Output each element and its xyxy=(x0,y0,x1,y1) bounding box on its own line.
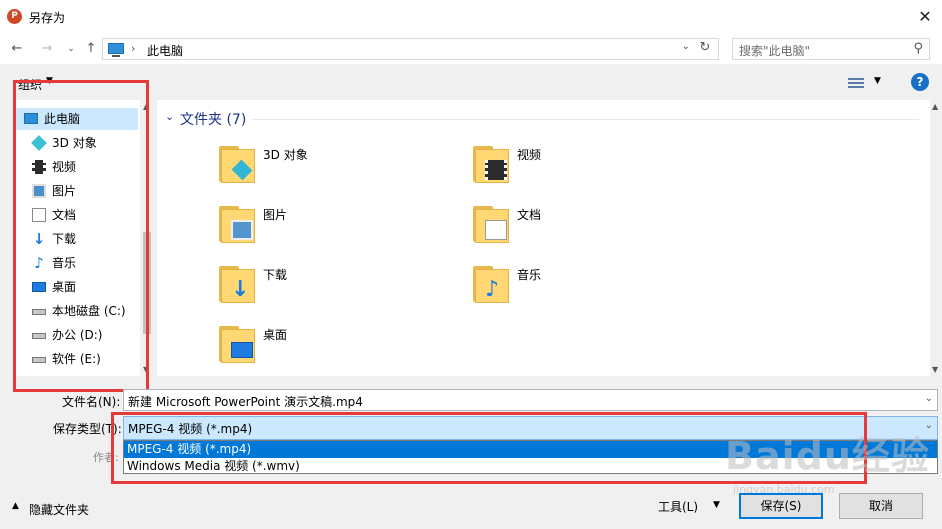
tools-caret-icon[interactable]: ▼ xyxy=(713,500,720,510)
folder-item-music[interactable]: ♪ 音乐 xyxy=(471,260,691,312)
folder-view: ⌄ 文件夹 (7) 3D 对象 视频 图片 文档 ↓ 下载 ♪ 音乐 桌面 xyxy=(157,100,930,376)
filename-label: 文件名(N): xyxy=(62,395,121,409)
filename-value: 新建 Microsoft PowerPoint 演示文稿.mp4 xyxy=(128,395,363,409)
powerpoint-icon: P xyxy=(7,9,22,24)
folder-view-scrollbar[interactable]: ▲ ▼ xyxy=(930,100,942,376)
group-header[interactable]: 文件夹 (7) xyxy=(180,109,246,129)
view-options-icon[interactable] xyxy=(848,76,864,90)
folder-item-pictures[interactable]: 图片 xyxy=(217,200,437,252)
group-divider xyxy=(253,119,919,120)
scroll-down-arrow-icon[interactable]: ▼ xyxy=(932,365,938,374)
hide-folders-caret-icon[interactable]: ▲ xyxy=(12,501,19,511)
music-folder-icon: ♪ xyxy=(471,260,509,304)
refresh-icon[interactable]: ↻ xyxy=(696,40,714,55)
hide-folders-button[interactable]: 隐藏文件夹 xyxy=(29,501,89,518)
folder-label: 音乐 xyxy=(517,268,542,282)
address-bar[interactable]: › 此电脑 ⌄ ↻ xyxy=(102,38,719,60)
up-arrow-icon[interactable]: ↑ xyxy=(82,39,100,59)
3d-objects-folder-icon xyxy=(217,140,255,184)
view-caret-icon[interactable]: ▼ xyxy=(874,76,881,86)
annotation-box-navigation xyxy=(13,80,149,392)
folder-item-3d-objects[interactable]: 3D 对象 xyxy=(217,140,437,192)
pictures-folder-icon xyxy=(217,200,255,244)
video-folder-icon xyxy=(471,140,509,184)
folder-item-desktop[interactable]: 桌面 xyxy=(217,320,437,372)
window-title: 另存为 xyxy=(29,11,66,25)
save-button[interactable]: 保存(S) xyxy=(739,493,823,519)
desktop-folder-icon xyxy=(217,320,255,364)
watermark-text: Baidu经验 xyxy=(725,434,930,478)
folder-item-videos[interactable]: 视频 xyxy=(471,140,691,192)
folder-label: 视频 xyxy=(517,148,542,162)
tools-menu-button[interactable]: 工具(L) xyxy=(658,498,698,515)
close-button[interactable]: ✕ xyxy=(908,0,942,34)
navigation-bar: ← → ⌄ ↑ › 此电脑 ⌄ ↻ 搜索"此电脑" ⚲ xyxy=(0,34,942,64)
folder-label: 图片 xyxy=(263,208,288,222)
folder-label: 桌面 xyxy=(263,328,288,342)
filename-field[interactable]: 新建 Microsoft PowerPoint 演示文稿.mp4 ⌄ xyxy=(123,389,938,411)
help-icon[interactable]: ? xyxy=(911,73,929,91)
folder-label: 下载 xyxy=(263,268,288,282)
recent-locations-chevron-icon[interactable]: ⌄ xyxy=(62,39,80,59)
folder-label: 文档 xyxy=(517,208,542,222)
pc-icon xyxy=(108,43,124,57)
collapse-chevron-icon[interactable]: ⌄ xyxy=(165,110,174,123)
save-as-dialog: P 另存为 ✕ ← → ⌄ ↑ › 此电脑 ⌄ ↻ 搜索"此电脑" ⚲ 组织 ▼… xyxy=(0,0,942,529)
filename-dropdown-chevron-icon[interactable]: ⌄ xyxy=(925,393,933,404)
search-input[interactable]: 搜索"此电脑" ⚲ xyxy=(732,38,930,60)
title-bar: P 另存为 ✕ xyxy=(0,0,942,34)
folder-label: 3D 对象 xyxy=(263,148,308,162)
scroll-up-arrow-icon[interactable]: ▲ xyxy=(932,102,938,111)
breadcrumb[interactable]: 此电脑 xyxy=(147,42,183,59)
cancel-button[interactable]: 取消 xyxy=(839,493,923,519)
search-icon[interactable]: ⚲ xyxy=(913,41,923,56)
search-placeholder: 搜索"此电脑" xyxy=(739,44,811,58)
address-dropdown-chevron-icon[interactable]: ⌄ xyxy=(682,41,690,52)
forward-arrow-icon[interactable]: → xyxy=(38,39,56,59)
downloads-folder-icon: ↓ xyxy=(217,260,255,304)
folder-item-documents[interactable]: 文档 xyxy=(471,200,691,252)
back-arrow-icon[interactable]: ← xyxy=(8,39,26,59)
breadcrumb-separator-icon: › xyxy=(131,42,136,55)
documents-folder-icon xyxy=(471,200,509,244)
folder-item-downloads[interactable]: ↓ 下载 xyxy=(217,260,437,312)
